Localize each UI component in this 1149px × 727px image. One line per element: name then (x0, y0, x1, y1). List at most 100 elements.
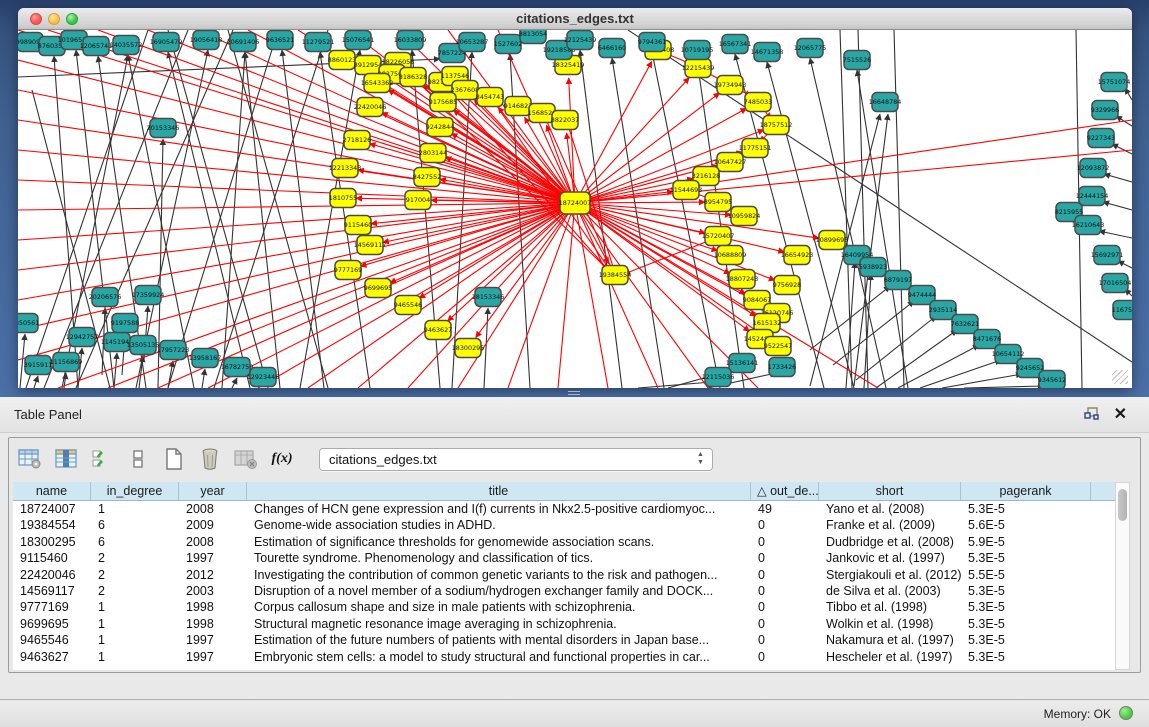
graph-node[interactable]: 8813054 (519, 30, 547, 44)
column-header-year[interactable]: year (179, 482, 247, 500)
graph-node[interactable]: 12125439 (564, 31, 597, 50)
graph-node-selected[interactable]: 18300295 (452, 339, 485, 358)
graph-edge[interactable] (390, 203, 575, 283)
table-row[interactable]: 1938455462009Genome-wide association stu… (13, 517, 1124, 533)
graph-node-selected[interactable]: 10899695 (816, 231, 849, 250)
graph-node-selected[interactable]: 18757512 (760, 116, 793, 135)
graph-edge[interactable] (232, 378, 237, 388)
column-header-out_de[interactable]: △ out_de... (751, 482, 819, 500)
graph-edge[interactable] (202, 369, 205, 388)
table-settings-icon[interactable] (17, 446, 43, 472)
graph-node[interactable]: 9794361 (638, 33, 666, 52)
graph-node-selected[interactable]: 9756928 (773, 276, 801, 295)
graph-node[interactable]: 8850561 (18, 314, 39, 333)
graph-node[interactable]: 13958167 (189, 349, 222, 368)
graph-node-selected[interactable]: 9777169 (334, 261, 362, 280)
table-vertical-scrollbar[interactable] (1115, 482, 1130, 670)
graph-node[interactable]: 16648784 (869, 93, 902, 112)
graph-node-selected[interactable]: 9115460 (344, 216, 372, 235)
graph-node[interactable]: 11156869 (50, 353, 83, 372)
graph-node[interactable]: 12093872 (1077, 159, 1110, 178)
graph-edge[interactable] (575, 203, 718, 251)
graph-node[interactable]: 9227343 (1087, 129, 1115, 148)
graph-edge[interactable] (1104, 174, 1132, 182)
show-columns-icon[interactable] (53, 446, 79, 472)
network-canvas[interactable]: 8860123891295418226058982750316543362818… (18, 30, 1132, 388)
graph-node[interactable]: 12923446 (247, 368, 280, 387)
graph-edge[interactable] (18, 60, 575, 203)
graph-edge[interactable] (1112, 144, 1132, 154)
delete-table-icon[interactable] (233, 446, 259, 472)
graph-node[interactable]: 16210643 (1072, 216, 1105, 235)
graph-node[interactable]: 15692971 (1091, 246, 1124, 265)
graph-node-selected[interactable]: 18724007 (559, 192, 592, 214)
table-row[interactable]: 946362711997Embryonic stem cells: a mode… (13, 649, 1124, 665)
graph-node-selected[interactable]: 16654923 (781, 246, 814, 265)
graph-node-selected[interactable]: 8954795 (704, 193, 732, 212)
graph-node-selected[interactable]: 8454743 (476, 88, 504, 107)
graph-node[interactable]: 17016504 (1099, 274, 1132, 293)
graph-node[interactable]: 17957223 (157, 341, 190, 360)
graph-edge[interactable] (575, 120, 1132, 203)
graph-edge[interactable] (214, 30, 328, 388)
graph-node[interactable]: 12444154 (1076, 187, 1109, 206)
resize-grip-icon[interactable] (1112, 370, 1128, 384)
float-panel-icon[interactable] (1083, 406, 1101, 422)
table-row[interactable]: 969969511998Structural magnetic resonanc… (13, 616, 1124, 632)
graph-edge[interactable] (282, 50, 324, 388)
graph-node-selected[interactable]: 8186328 (399, 68, 427, 87)
graph-edge[interactable] (34, 376, 38, 388)
graph-node[interactable]: 6879197 (884, 271, 912, 290)
graph-node[interactable]: 5938923 (859, 258, 887, 277)
column-header-in_degree[interactable]: in_degree (91, 482, 179, 500)
graph-edge[interactable] (48, 30, 575, 203)
scrollbar-thumb[interactable] (1118, 489, 1127, 521)
graph-node[interactable]: 16567341 (719, 35, 752, 54)
graph-node-selected[interactable]: 2718126 (343, 131, 371, 150)
graph-node[interactable]: 16905479 (150, 33, 183, 52)
graph-node[interactable]: 19056418 (190, 31, 223, 50)
graph-edge[interactable] (833, 301, 914, 365)
graph-edge[interactable] (208, 203, 575, 388)
graph-node[interactable]: 12115036 (702, 368, 735, 387)
graph-edge[interactable] (575, 202, 705, 203)
graph-node[interactable]: 12065741 (80, 37, 113, 56)
graph-node-selected[interactable]: 917004 (405, 191, 431, 210)
graph-node-selected[interactable]: 8860123 (328, 51, 356, 70)
graph-node[interactable]: 15751074 (1098, 73, 1131, 92)
column-header-name[interactable]: name (13, 482, 91, 500)
graph-node-selected[interactable]: 10688809 (714, 246, 747, 265)
row-height-icon[interactable] (125, 446, 151, 472)
table-row[interactable]: 1456911722003Disruption of a novel membe… (13, 583, 1124, 599)
graph-node[interactable]: 11279521 (302, 33, 335, 52)
graph-node-selected[interactable]: 2803144 (419, 144, 447, 163)
close-panel-icon[interactable]: ✕ (1114, 404, 1127, 424)
graph-node[interactable]: 1167533 (1112, 301, 1132, 320)
graph-edge[interactable] (858, 30, 868, 388)
column-header-title[interactable]: title (247, 482, 751, 500)
graph-edge[interactable] (222, 52, 245, 388)
graph-node[interactable]: 9197588 (111, 314, 139, 333)
graph-node[interactable]: 16033809 (394, 31, 427, 50)
graph-edge[interactable] (638, 382, 712, 388)
column-header-pagerank[interactable]: pagerank (961, 482, 1091, 500)
graph-node[interactable]: 20153346 (147, 119, 180, 138)
graph-node-selected[interactable]: 10959824 (728, 207, 761, 226)
graph-node-selected[interactable]: 9242844 (426, 118, 454, 137)
graph-node-selected[interactable]: 18807243 (726, 270, 759, 289)
graph-node-selected[interactable]: 9522547 (764, 337, 792, 356)
graph-node[interactable]: 1733426 (768, 358, 796, 377)
graph-node-selected[interactable]: 22420046 (354, 98, 387, 117)
graph-edge[interactable] (624, 238, 716, 274)
column-header-short[interactable]: short (819, 482, 961, 500)
graph-node-selected[interactable]: 1810755 (329, 189, 357, 208)
graph-node[interactable]: 17359924 (132, 286, 165, 305)
graph-edge[interactable] (652, 52, 720, 388)
graph-node-selected[interactable]: 12215439 (682, 59, 715, 78)
graph-edge[interactable] (575, 203, 750, 331)
network-graph[interactable]: 8860123891295418226058982750316543362818… (18, 30, 1132, 388)
graph-node[interactable]: 9636521 (266, 31, 294, 50)
graph-edge[interactable] (508, 203, 575, 388)
graph-node[interactable]: 10719195 (681, 41, 714, 60)
table-row[interactable]: 977716911998Corpus callosum shape and si… (13, 599, 1124, 615)
